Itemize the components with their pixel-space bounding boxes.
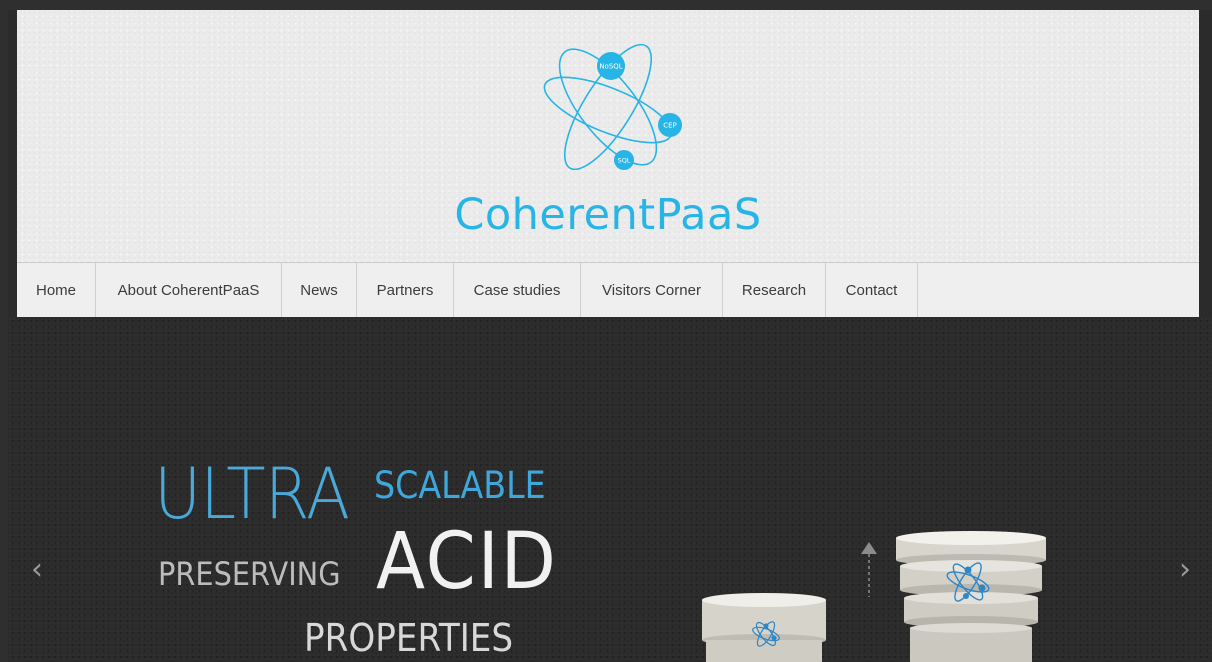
svg-text:CEP: CEP xyxy=(663,122,677,130)
growth-arrow-icon xyxy=(861,542,877,597)
atom-logo-icon: NoSQL CEP SQL xyxy=(543,43,682,171)
site-header: NoSQL CEP SQL CoherentPaaS xyxy=(17,10,1199,262)
nav-item-visitors-corner[interactable]: Visitors Corner xyxy=(581,263,723,317)
nav-item-home[interactable]: Home xyxy=(17,263,96,317)
hero-word-scalable: SCALABLE xyxy=(374,464,546,507)
chevron-left-icon[interactable]: ‹ xyxy=(22,555,52,585)
logo-node-nosql: NoSQL xyxy=(597,52,625,80)
nav-item-news[interactable]: News xyxy=(282,263,357,317)
hero-slider: ‹ › ULTRA SCALABLE ACID PRESERVING PROPE… xyxy=(8,317,1212,662)
logo-node-sql: SQL xyxy=(614,150,634,170)
small-database-icon xyxy=(702,593,826,662)
logo-node-cep: CEP xyxy=(658,113,682,137)
hero-word-properties: PROPERTIES xyxy=(304,616,514,660)
nav-item-research[interactable]: Research xyxy=(723,263,826,317)
nav-item-contact[interactable]: Contact xyxy=(826,263,918,317)
nav-item-partners[interactable]: Partners xyxy=(357,263,454,317)
hero-word-preserving: PRESERVING xyxy=(158,555,341,593)
svg-text:SQL: SQL xyxy=(618,157,631,165)
svg-text:NoSQL: NoSQL xyxy=(599,63,622,71)
page-frame-top xyxy=(0,0,1212,10)
page-frame-left xyxy=(0,0,8,662)
chevron-right-icon[interactable]: › xyxy=(1170,555,1200,585)
hero-word-ultra: ULTRA xyxy=(154,453,350,535)
hero-word-acid: ACID xyxy=(376,517,558,607)
database-stack-illustration xyxy=(702,531,1046,662)
nav-item-about[interactable]: About CoherentPaaS xyxy=(96,263,282,317)
large-database-icon xyxy=(896,531,1046,662)
nav-item-case-studies[interactable]: Case studies xyxy=(454,263,581,317)
brand-name: CoherentPaaS xyxy=(454,190,762,240)
main-nav: Home About CoherentPaaS News Partners Ca… xyxy=(17,262,1199,317)
